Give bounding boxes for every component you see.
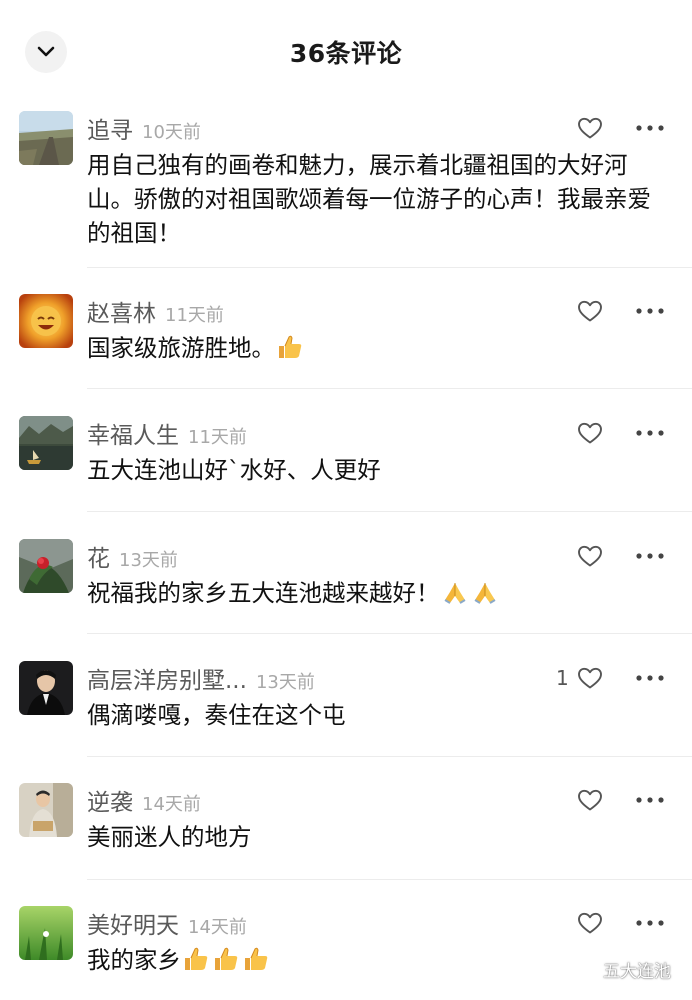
comment-time: 11天前 <box>188 427 247 448</box>
divider <box>87 267 692 268</box>
comment-time: 14天前 <box>188 917 247 938</box>
thumbs-up-emoji <box>279 335 302 358</box>
heart-outline-icon[interactable] <box>577 116 603 140</box>
commenter-name[interactable]: 高层洋房别墅... <box>87 661 247 695</box>
avatar[interactable] <box>19 416 73 470</box>
heart-outline-icon[interactable] <box>577 788 603 812</box>
comment-meta: 追寻 10天前 <box>87 111 201 145</box>
comment-text: 偶滴喽嘎，奏住在这个屯 <box>87 698 662 732</box>
more-horizontal-icon[interactable] <box>635 796 665 804</box>
commenter-name[interactable]: 追寻 <box>87 111 133 145</box>
comment-time: 10天前 <box>142 122 201 143</box>
heart-outline-icon[interactable] <box>577 666 603 690</box>
comment-body: 偶滴喽嘎，奏住在这个屯 <box>87 701 346 729</box>
comment-body: 美丽迷人的地方 <box>87 823 252 851</box>
comment-text: 国家级旅游胜地。 <box>87 331 662 365</box>
comment-meta: 幸福人生 11天前 <box>87 416 247 450</box>
comment-meta: 花 13天前 <box>87 539 178 573</box>
commenter-name[interactable]: 幸福人生 <box>87 416 179 450</box>
avatar[interactable] <box>19 294 73 348</box>
heart-outline-icon[interactable] <box>577 911 603 935</box>
comment-meta: 赵喜林 11天前 <box>87 294 224 328</box>
avatar[interactable] <box>19 783 73 837</box>
page-title: 36条评论 <box>289 39 403 68</box>
comments-screen: 36条评论 追寻 10天前 用自己独有的画卷和魅力，展示着北疆祖国的大好河山。骄… <box>0 0 692 1000</box>
comment-body: 我的家乡 <box>87 946 181 974</box>
comment-body: 用自己独有的画卷和魅力，展示着北疆祖国的大好河山。骄傲的对祖国歌颂着每一位游子的… <box>87 151 651 247</box>
comment-body: 五大连池山好`水好、人更好 <box>87 456 381 484</box>
divider <box>87 756 692 757</box>
watermark-text: 五大连池 <box>603 962 671 982</box>
avatar[interactable] <box>19 111 73 165</box>
comment-body: 祝福我的家乡五大连池越来越好！ <box>87 579 440 607</box>
avatar[interactable] <box>19 906 73 960</box>
more-horizontal-icon[interactable] <box>635 674 665 682</box>
avatar[interactable] <box>19 539 73 593</box>
wechat-icon <box>571 959 596 979</box>
like-count: 1 <box>556 666 569 690</box>
divider <box>87 388 692 389</box>
comment-meta: 高层洋房别墅... 13天前 <box>87 661 315 695</box>
heart-outline-icon[interactable] <box>577 299 603 323</box>
divider <box>87 879 692 880</box>
more-horizontal-icon[interactable] <box>635 307 665 315</box>
watermark: 五大连池 <box>571 957 671 982</box>
comments-header: 36条评论 <box>0 0 692 100</box>
commenter-name[interactable]: 逆袭 <box>87 783 133 817</box>
comment-text: 用自己独有的画卷和魅力，展示着北疆祖国的大好河山。骄傲的对祖国歌颂着每一位游子的… <box>87 148 662 250</box>
comment-text: 美丽迷人的地方 <box>87 820 662 854</box>
thumbs-up-emoji <box>185 947 208 970</box>
thumbs-up-emoji <box>215 947 238 970</box>
more-horizontal-icon[interactable] <box>635 919 665 927</box>
more-horizontal-icon[interactable] <box>635 429 665 437</box>
divider <box>87 633 692 634</box>
comment-text: 五大连池山好`水好、人更好 <box>87 453 662 487</box>
more-horizontal-icon[interactable] <box>635 552 665 560</box>
folded-hands-emoji <box>473 583 496 604</box>
comment-meta: 逆袭 14天前 <box>87 783 201 817</box>
avatar[interactable] <box>19 661 73 715</box>
comment-time: 13天前 <box>119 550 178 571</box>
heart-outline-icon[interactable] <box>577 421 603 445</box>
heart-outline-icon[interactable] <box>577 544 603 568</box>
folded-hands-emoji <box>443 583 466 604</box>
commenter-name[interactable]: 美好明天 <box>87 906 179 940</box>
commenter-name[interactable]: 花 <box>87 539 110 573</box>
thumbs-up-emoji <box>245 947 268 970</box>
comment-body: 国家级旅游胜地。 <box>87 334 275 362</box>
comment-time: 13天前 <box>255 672 315 693</box>
comment-text: 祝福我的家乡五大连池越来越好！ <box>87 576 662 610</box>
comment-time: 11天前 <box>165 305 224 326</box>
comment-meta: 美好明天 14天前 <box>87 906 247 940</box>
more-horizontal-icon[interactable] <box>635 124 665 132</box>
commenter-name[interactable]: 赵喜林 <box>87 294 156 328</box>
divider <box>87 511 692 512</box>
comment-time: 14天前 <box>142 794 201 815</box>
